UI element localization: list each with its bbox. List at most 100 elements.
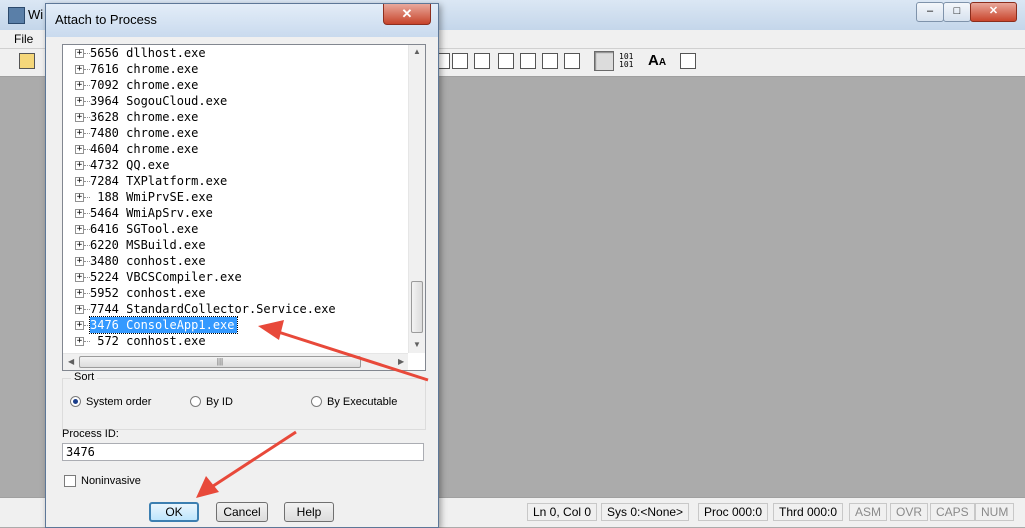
process-label: 188 WmiPrvSE.exe bbox=[90, 190, 213, 204]
registers-icon[interactable] bbox=[520, 53, 536, 69]
expand-icon[interactable]: + bbox=[75, 81, 84, 90]
expand-icon[interactable]: + bbox=[75, 273, 84, 282]
list-icon[interactable] bbox=[452, 53, 468, 69]
source-mode-icon[interactable] bbox=[594, 51, 614, 71]
scroll-left-icon[interactable]: ◀ bbox=[68, 357, 74, 366]
dialog-close-button[interactable]: ✕ bbox=[383, 4, 431, 25]
process-row[interactable]: +3628 chrome.exe bbox=[63, 109, 408, 125]
maximize-button[interactable]: □ bbox=[943, 2, 971, 22]
minimize-button[interactable]: – bbox=[916, 2, 944, 22]
process-label: 3480 conhost.exe bbox=[90, 254, 206, 268]
process-row[interactable]: +3480 conhost.exe bbox=[63, 253, 408, 269]
process-label: 3964 SogouCloud.exe bbox=[90, 94, 228, 108]
expand-icon[interactable]: + bbox=[75, 257, 84, 266]
font-icon[interactable]: AA bbox=[648, 52, 666, 69]
process-label: 6416 SGTool.exe bbox=[90, 222, 199, 236]
process-row[interactable]: +6220 MSBuild.exe bbox=[63, 237, 408, 253]
options-icon[interactable] bbox=[680, 53, 696, 69]
process-row[interactable]: + 572 conhost.exe bbox=[63, 333, 408, 349]
process-label: 7092 chrome.exe bbox=[90, 78, 199, 92]
sort-by-executable-label: By Executable bbox=[327, 396, 398, 408]
noninvasive-label: Noninvasive bbox=[81, 475, 141, 487]
expand-icon[interactable]: + bbox=[75, 193, 84, 202]
main-window-title: Wi bbox=[28, 7, 44, 22]
process-row[interactable]: +5952 conhost.exe bbox=[63, 285, 408, 301]
process-row[interactable]: +5656 dllhost.exe bbox=[63, 45, 408, 61]
process-tree[interactable]: +5656 dllhost.exe +7616 chrome.exe +7092 c… bbox=[62, 44, 426, 371]
process-row[interactable]: +7480 chrome.exe bbox=[63, 125, 408, 141]
process-label: 7616 chrome.exe bbox=[90, 62, 199, 76]
process-row[interactable]: +5464 WmiApSrv.exe bbox=[63, 205, 408, 221]
status-num: NUM bbox=[975, 503, 1015, 521]
radio-unchecked-icon bbox=[190, 396, 201, 407]
locals-icon[interactable] bbox=[498, 53, 514, 69]
process-label: 4604 chrome.exe bbox=[90, 142, 199, 156]
cancel-button[interactable]: Cancel bbox=[216, 502, 268, 522]
process-id-input[interactable]: 3476 bbox=[62, 443, 424, 461]
hex-mode-icon[interactable]: 101 101 bbox=[619, 53, 633, 69]
process-row[interactable]: +7616 chrome.exe bbox=[63, 61, 408, 77]
process-label: 6220 MSBuild.exe bbox=[90, 238, 206, 252]
scroll-right-icon[interactable]: ▶ bbox=[398, 357, 404, 366]
process-label: 3628 chrome.exe bbox=[90, 110, 199, 124]
expand-icon[interactable]: + bbox=[75, 209, 84, 218]
dialog-titlebar: Attach to Process ✕ bbox=[46, 4, 438, 37]
attach-to-process-dialog: Attach to Process ✕ +5656 dllhost.exe +76… bbox=[45, 3, 439, 528]
horizontal-scroll-thumb[interactable]: ||| bbox=[79, 356, 361, 368]
memory-icon[interactable] bbox=[542, 53, 558, 69]
menu-file[interactable]: File bbox=[14, 32, 33, 46]
sort-by-id-radio[interactable]: By ID bbox=[190, 396, 233, 408]
process-row[interactable]: +7092 chrome.exe bbox=[63, 77, 408, 93]
process-row[interactable]: + 188 WmiPrvSE.exe bbox=[63, 189, 408, 205]
process-row[interactable]: +5224 VBCSCompiler.exe bbox=[63, 269, 408, 285]
expand-icon[interactable]: + bbox=[75, 289, 84, 298]
expand-icon[interactable]: + bbox=[75, 113, 84, 122]
process-row[interactable]: +3476 ConsoleApp1.exe bbox=[63, 316, 408, 334]
status-sys: Sys 0:<None> bbox=[601, 503, 690, 521]
process-label: 7284 TXPlatform.exe bbox=[90, 174, 228, 188]
stack-icon[interactable] bbox=[474, 53, 490, 69]
expand-icon[interactable]: + bbox=[75, 129, 84, 138]
expand-icon[interactable]: + bbox=[75, 321, 84, 330]
process-row[interactable]: +4732 QQ.exe bbox=[63, 157, 408, 173]
status-ovr: OVR bbox=[890, 503, 929, 521]
open-icon[interactable] bbox=[19, 53, 35, 69]
dialog-title: Attach to Process bbox=[55, 12, 157, 27]
expand-icon[interactable]: + bbox=[75, 337, 84, 346]
process-label: 5656 dllhost.exe bbox=[90, 46, 206, 60]
checkbox-icon bbox=[64, 475, 76, 487]
expand-icon[interactable]: + bbox=[75, 177, 84, 186]
horizontal-scrollbar[interactable]: ◀ ||| ▶ bbox=[63, 353, 408, 370]
process-row[interactable]: +4604 chrome.exe bbox=[63, 141, 408, 157]
process-row[interactable]: +7284 TXPlatform.exe bbox=[63, 173, 408, 189]
expand-icon[interactable]: + bbox=[75, 65, 84, 74]
vertical-scrollbar[interactable]: ▲ ▼ bbox=[408, 45, 425, 353]
app-icon bbox=[8, 7, 25, 24]
disassembly-icon[interactable] bbox=[564, 53, 580, 69]
noninvasive-checkbox[interactable]: Noninvasive bbox=[64, 475, 141, 487]
expand-icon[interactable]: + bbox=[75, 49, 84, 58]
vertical-scroll-thumb[interactable] bbox=[411, 281, 423, 333]
help-button[interactable]: Help bbox=[284, 502, 334, 522]
scroll-up-icon[interactable]: ▲ bbox=[413, 47, 421, 56]
expand-icon[interactable]: + bbox=[75, 225, 84, 234]
ok-button[interactable]: OK bbox=[149, 502, 199, 522]
sort-system-order-radio[interactable]: System order bbox=[70, 396, 151, 408]
scroll-down-icon[interactable]: ▼ bbox=[413, 340, 421, 349]
process-label: 5224 VBCSCompiler.exe bbox=[90, 270, 242, 284]
sort-by-executable-radio[interactable]: By Executable bbox=[311, 396, 397, 408]
expand-icon[interactable]: + bbox=[75, 241, 84, 250]
main-close-button[interactable]: ✕ bbox=[970, 2, 1017, 22]
process-label: 7744 StandardCollector.Service.exe bbox=[90, 302, 336, 316]
expand-icon[interactable]: + bbox=[75, 97, 84, 106]
expand-icon[interactable]: + bbox=[75, 305, 84, 314]
expand-icon[interactable]: + bbox=[75, 145, 84, 154]
process-row[interactable]: +6416 SGTool.exe bbox=[63, 221, 408, 237]
process-label: 5464 WmiApSrv.exe bbox=[90, 206, 213, 220]
status-caps: CAPS bbox=[930, 503, 975, 521]
process-row[interactable]: +3964 SogouCloud.exe bbox=[63, 93, 408, 109]
process-id-label: Process ID: bbox=[62, 428, 119, 440]
process-row[interactable]: +7744 StandardCollector.Service.exe bbox=[63, 301, 408, 317]
expand-icon[interactable]: + bbox=[75, 161, 84, 170]
sort-system-order-label: System order bbox=[86, 396, 152, 408]
